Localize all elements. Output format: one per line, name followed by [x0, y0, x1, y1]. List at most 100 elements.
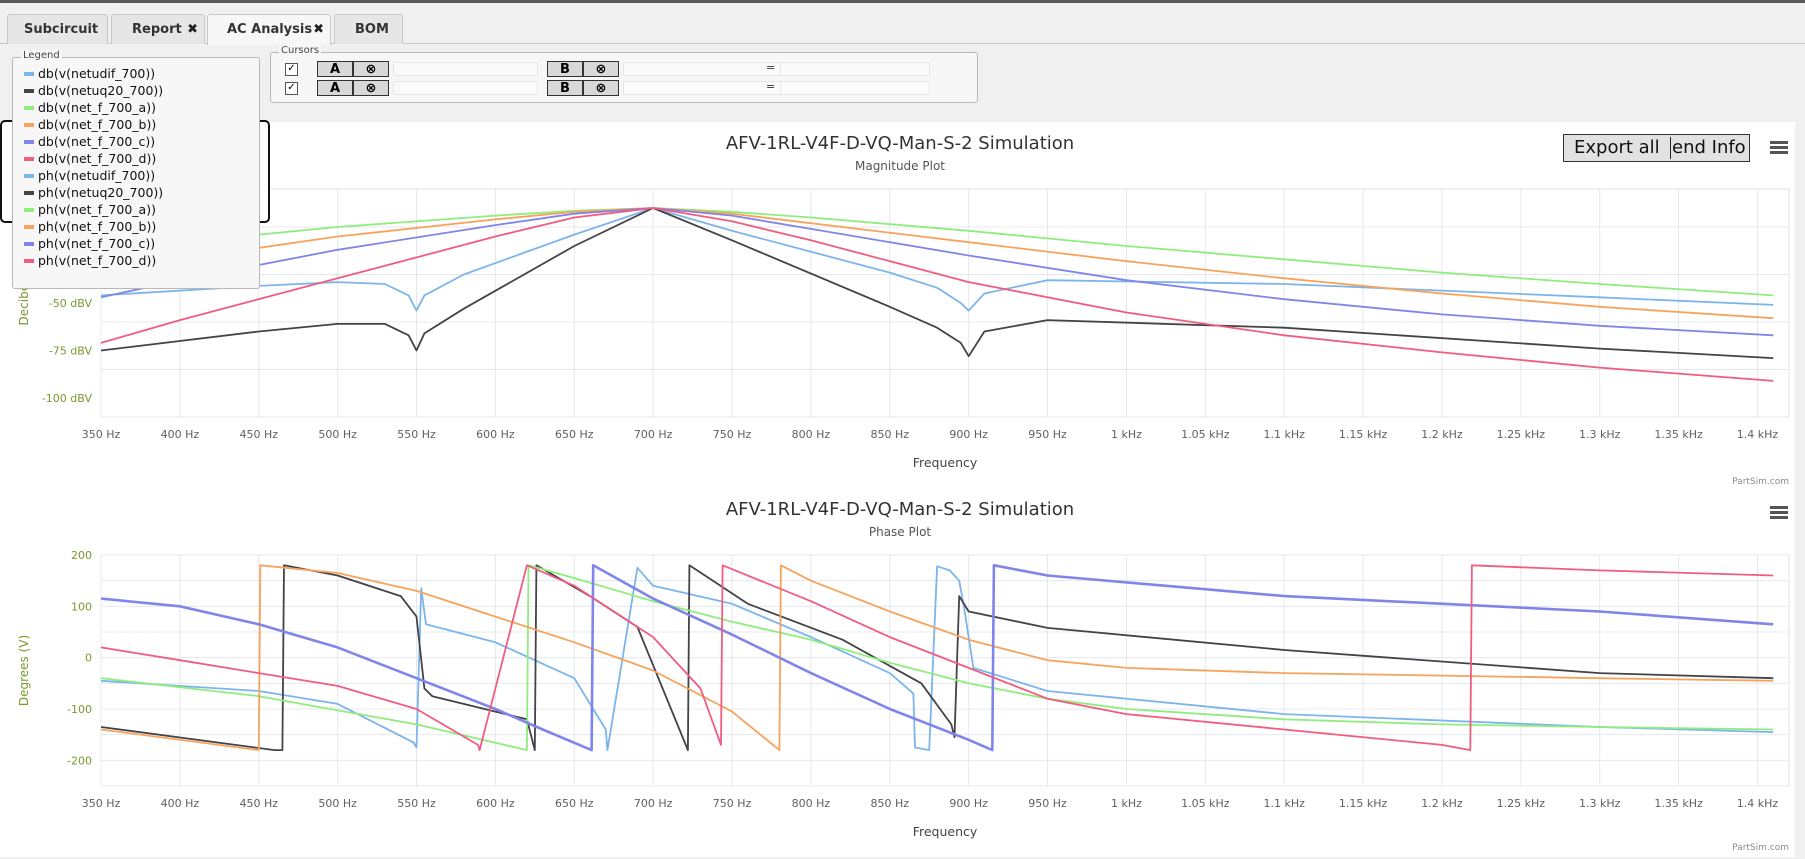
credit-label: PartSim.com	[1732, 477, 1789, 487]
x-tick-label: 850 Hz	[871, 428, 910, 441]
legend-item[interactable]: ph(v(net_f_700_a))	[24, 202, 156, 218]
series-line-0	[101, 207, 1774, 312]
x-tick-label: 1 kHz	[1111, 428, 1142, 441]
x-tick-label: 1.1 kHz	[1263, 797, 1305, 810]
legend-item[interactable]: ph(v(net_f_700_b))	[24, 219, 156, 235]
plot-border	[100, 188, 1790, 418]
y-tick-label: 200	[71, 549, 92, 562]
x-tick-label: 800 Hz	[792, 428, 831, 441]
cursor-delta-value	[780, 81, 930, 95]
clear-cursor-b-button[interactable]: ⊗	[583, 61, 619, 77]
legend-item[interactable]: db(v(net_f_700_a))	[24, 100, 156, 116]
cursor-a-value[interactable]	[393, 62, 538, 76]
x-tick-label: 1.25 kHz	[1497, 797, 1546, 810]
x-tick-label: 950 Hz	[1028, 428, 1067, 441]
legend-item[interactable]: db(v(net_f_700_b))	[24, 117, 156, 133]
legend-item[interactable]: ph(v(netudif_700))	[24, 168, 155, 184]
cursor-a-value[interactable]	[393, 81, 538, 95]
legend-label: ph(v(net_f_700_a))	[38, 202, 156, 217]
legend-item[interactable]: db(v(net_f_700_c))	[24, 134, 155, 150]
legend-swatch	[24, 241, 34, 246]
legend-swatch	[24, 71, 34, 76]
plots-area: AFV-1RL-V4F-D-VQ-Man-S-2 Simulation Magni…	[0, 122, 1795, 857]
menu-icon[interactable]	[1770, 141, 1788, 155]
cursor-checkbox[interactable]: ✓	[285, 82, 298, 95]
clear-cursor-a-button[interactable]: ⊗	[353, 61, 389, 77]
equals-sign: =	[766, 61, 776, 74]
send-info-label: end Info	[1672, 137, 1746, 158]
x-tick-label: 950 Hz	[1028, 797, 1067, 810]
x-tick-label: 700 Hz	[634, 428, 673, 441]
x-tick-label: 350 Hz	[82, 797, 121, 810]
cursor-b-button[interactable]: B	[547, 61, 583, 77]
series-line-3	[101, 207, 1774, 320]
x-tick-label: 400 Hz	[161, 797, 200, 810]
legend-item[interactable]: db(v(netuq20_700))	[24, 83, 163, 99]
legend-panel: Legend db(v(netudif_700)) db(v(netuq20_70…	[12, 50, 260, 289]
export-all-label: Export all	[1574, 137, 1660, 158]
clear-cursor-b-button[interactable]: ⊗	[583, 80, 619, 96]
x-axis-label: Frequency	[913, 824, 978, 839]
legend-swatch	[24, 173, 34, 178]
x-tick-label: 1.3 kHz	[1579, 797, 1621, 810]
x-tick-label: 600 Hz	[476, 797, 515, 810]
x-tick-label: 750 Hz	[713, 797, 752, 810]
chart-title: AFV-1RL-V4F-D-VQ-Man-S-2 Simulation	[726, 133, 1074, 154]
cursor-checkbox[interactable]: ✓	[285, 63, 298, 76]
equals-sign: =	[766, 80, 776, 93]
x-tick-label: 1.4 kHz	[1737, 797, 1779, 810]
x-tick-label: 1.35 kHz	[1654, 797, 1703, 810]
legend-swatch	[24, 88, 34, 93]
tab-bar: Subcircuit Report ✖ AC Analysis ✖ BOM	[0, 3, 1805, 45]
close-icon[interactable]: ✖	[313, 22, 324, 37]
legend-label: db(v(net_f_700_b))	[38, 117, 157, 132]
y-tick-label: -50 dBV	[49, 297, 93, 310]
credit-label: PartSim.com	[1732, 843, 1789, 853]
x-tick-label: 550 Hz	[397, 797, 436, 810]
chart-subtitle: Phase Plot	[869, 525, 932, 539]
cursor-b-button[interactable]: B	[547, 80, 583, 96]
y-tick-label: 0	[85, 652, 92, 665]
close-icon[interactable]: ✖	[187, 22, 198, 37]
tab-subcircuit[interactable]: Subcircuit	[7, 14, 108, 44]
chart-title: AFV-1RL-V4F-D-VQ-Man-S-2 Simulation	[726, 499, 1074, 520]
x-tick-label: 450 Hz	[239, 797, 278, 810]
legend-item[interactable]: ph(v(netuq20_700))	[24, 185, 163, 201]
plot-border	[100, 554, 1790, 787]
legend-swatch	[24, 258, 34, 263]
tab-ac-analysis[interactable]: AC Analysis ✖	[207, 14, 331, 45]
x-axis-label: Frequency	[913, 455, 978, 470]
legend-item[interactable]: db(v(netudif_700))	[24, 66, 155, 82]
legend-item[interactable]: ph(v(net_f_700_d))	[24, 253, 156, 269]
tab-report[interactable]: Report ✖	[111, 14, 205, 44]
x-tick-label: 650 Hz	[555, 797, 594, 810]
menu-icon[interactable]	[1770, 506, 1788, 520]
x-tick-label: 450 Hz	[239, 428, 278, 441]
cursor-a-button[interactable]: A	[317, 80, 353, 96]
legend-item[interactable]: ph(v(net_f_700_c))	[24, 236, 155, 252]
x-tick-label: 1.25 kHz	[1497, 428, 1546, 441]
y-tick-label: -100	[67, 703, 92, 716]
cursors-title: Cursors	[279, 45, 322, 56]
legend-label: ph(v(net_f_700_c))	[38, 236, 156, 251]
y-axis-label: Degrees (V)	[17, 635, 31, 706]
legend-swatch	[24, 190, 34, 195]
legend-label: db(v(netuq20_700))	[38, 83, 164, 98]
tab-label: BOM	[355, 22, 389, 37]
cursor-a-button[interactable]: A	[317, 61, 353, 77]
x-tick-label: 1 kHz	[1111, 797, 1142, 810]
x-tick-label: 1.3 kHz	[1579, 428, 1621, 441]
legend-swatch	[24, 122, 34, 127]
legend-swatch	[24, 105, 34, 110]
clear-cursor-a-button[interactable]: ⊗	[353, 80, 389, 96]
legend-label: db(v(net_f_700_a))	[38, 100, 156, 115]
tab-bom[interactable]: BOM	[334, 14, 403, 44]
x-tick-label: 1.05 kHz	[1181, 428, 1230, 441]
legend-label: ph(v(net_f_700_b))	[38, 219, 157, 234]
legend-swatch	[24, 224, 34, 229]
x-tick-label: 550 Hz	[397, 428, 436, 441]
export-all-button[interactable]: Export all end Info	[1563, 134, 1750, 162]
legend-item[interactable]: db(v(net_f_700_d))	[24, 151, 156, 167]
x-tick-label: 1.15 kHz	[1339, 428, 1388, 441]
x-tick-label: 850 Hz	[871, 797, 910, 810]
